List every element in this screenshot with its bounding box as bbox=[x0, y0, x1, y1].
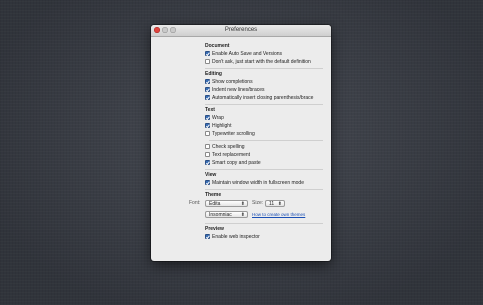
checkbox-show-completions[interactable]: Show completions bbox=[205, 78, 253, 85]
checkbox-smart-copy-paste[interactable]: Smart copy and paste bbox=[205, 159, 261, 166]
checkbox-box[interactable] bbox=[205, 131, 210, 136]
section-title-text: Text bbox=[205, 107, 215, 113]
checkbox-box[interactable] bbox=[205, 152, 210, 157]
checkbox-box[interactable] bbox=[205, 160, 210, 165]
checkbox-box[interactable] bbox=[205, 115, 210, 120]
section-title-editing: Editing bbox=[205, 71, 222, 77]
divider bbox=[205, 169, 323, 170]
divider bbox=[205, 104, 323, 105]
window-title: Preferences bbox=[224, 27, 258, 33]
font-label: Font: bbox=[189, 200, 201, 206]
section-title-view: View bbox=[205, 172, 217, 178]
create-themes-link[interactable]: How to create own themes bbox=[252, 211, 305, 218]
divider bbox=[205, 189, 323, 190]
checkbox-label: Enable web inspector bbox=[212, 233, 260, 240]
font-popup[interactable]: Edita ⬍ bbox=[205, 200, 248, 207]
checkbox-wrap[interactable]: Wrap bbox=[205, 114, 224, 121]
section-title-document: Document bbox=[205, 43, 230, 49]
chevron-updown-icon: ⬍ bbox=[240, 212, 245, 218]
preferences-content: Document Enable Auto Save and Versions D… bbox=[151, 37, 331, 261]
checkbox-label: Typewriter scrolling bbox=[212, 130, 255, 137]
chevron-updown-icon: ⬍ bbox=[240, 201, 245, 207]
checkbox-label: Highlight bbox=[212, 122, 232, 129]
divider bbox=[209, 140, 323, 141]
checkbox-text-replacement[interactable]: Text replacement bbox=[205, 151, 250, 158]
theme-popup-value: Insomniac bbox=[209, 212, 232, 218]
checkbox-dont-ask[interactable]: Don't ask, just start with the default d… bbox=[205, 58, 311, 65]
checkbox-box[interactable] bbox=[205, 51, 210, 56]
title-bar[interactable]: Preferences bbox=[151, 25, 331, 37]
checkbox-enable-auto-save[interactable]: Enable Auto Save and Versions bbox=[205, 50, 282, 57]
checkbox-box[interactable] bbox=[205, 234, 210, 239]
theme-popup[interactable]: Insomniac ⬍ bbox=[205, 211, 248, 218]
divider bbox=[205, 68, 323, 69]
checkbox-box[interactable] bbox=[205, 180, 210, 185]
checkbox-enable-web-inspector[interactable]: Enable web inspector bbox=[205, 233, 260, 240]
checkbox-box[interactable] bbox=[205, 79, 210, 84]
size-popup[interactable]: 11 ⬍ bbox=[265, 200, 285, 207]
checkbox-label: Text replacement bbox=[212, 151, 251, 158]
section-title-theme: Theme bbox=[205, 192, 222, 198]
checkbox-check-spelling[interactable]: Check spelling bbox=[205, 143, 245, 150]
checkbox-box[interactable] bbox=[205, 123, 210, 128]
preferences-window: Preferences Document Enable Auto Save an… bbox=[151, 25, 331, 261]
font-popup-value: Edita bbox=[209, 201, 221, 207]
checkbox-label: Automatically insert closing parenthesis… bbox=[212, 94, 314, 101]
section-title-preview: Preview bbox=[205, 226, 224, 232]
checkbox-label: Enable Auto Save and Versions bbox=[212, 50, 283, 57]
checkbox-box[interactable] bbox=[205, 59, 210, 64]
checkbox-box[interactable] bbox=[205, 87, 210, 92]
checkbox-auto-insert-closing[interactable]: Automatically insert closing parenthesis… bbox=[205, 94, 313, 101]
checkbox-highlight[interactable]: Highlight bbox=[205, 122, 231, 129]
size-popup-value: 11 bbox=[269, 201, 275, 207]
checkbox-label: Wrap bbox=[212, 114, 224, 121]
divider bbox=[205, 223, 323, 224]
checkbox-label: Smart copy and paste bbox=[212, 159, 261, 166]
checkbox-label: Show completions bbox=[212, 78, 253, 85]
checkbox-box[interactable] bbox=[205, 95, 210, 100]
checkbox-indent-new-lines[interactable]: Indent new lines/braces bbox=[205, 86, 265, 93]
checkbox-label: Check spelling bbox=[212, 143, 245, 150]
checkbox-box[interactable] bbox=[205, 144, 210, 149]
checkbox-maintain-window-width[interactable]: Maintain window width in fullscreen mode bbox=[205, 179, 304, 186]
checkbox-typewriter-scrolling[interactable]: Typewriter scrolling bbox=[205, 130, 255, 137]
checkbox-label: Indent new lines/braces bbox=[212, 86, 265, 93]
checkbox-label: Don't ask, just start with the default d… bbox=[212, 58, 311, 65]
size-label: Size: bbox=[252, 200, 264, 206]
checkbox-label: Maintain window width in fullscreen mode bbox=[212, 179, 304, 186]
chevron-updown-icon: ⬍ bbox=[277, 201, 282, 207]
